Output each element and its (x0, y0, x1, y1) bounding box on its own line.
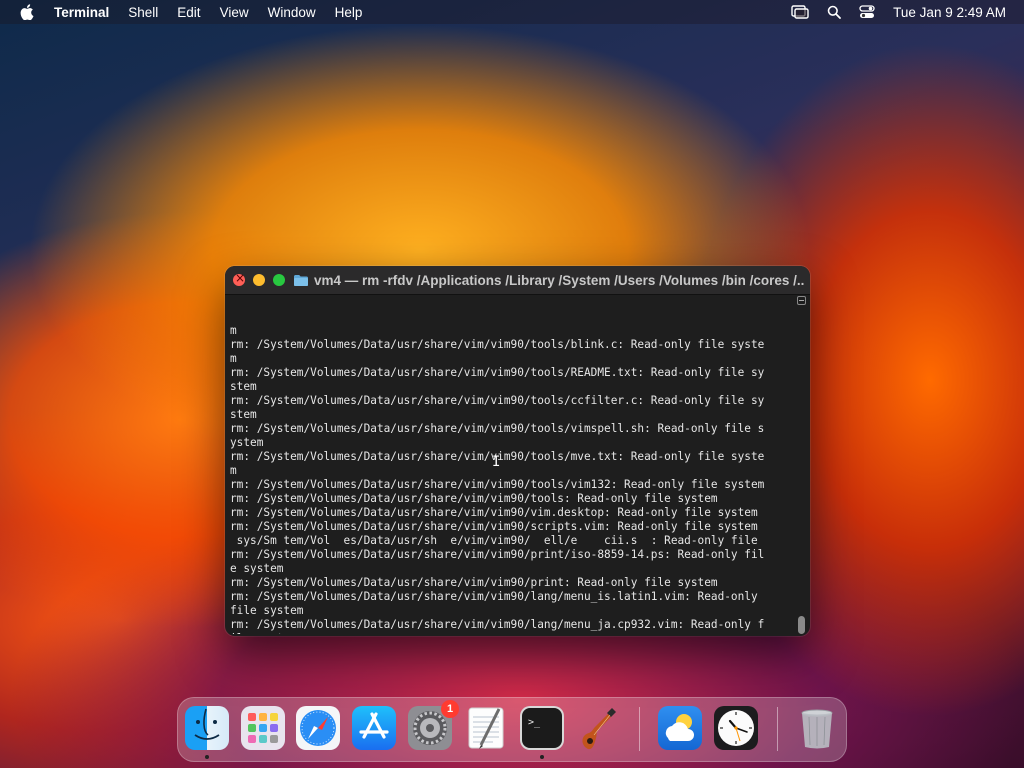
safari-icon (296, 706, 340, 750)
terminal-line: rm: /System/Volumes/Data/usr/share/vim/v… (230, 520, 758, 533)
dock-separator (639, 707, 640, 751)
close-button[interactable] (233, 271, 245, 286)
menu-edit[interactable]: Edit (177, 5, 200, 20)
terminal-line: ystem (230, 436, 264, 449)
scroll-split-icon[interactable] (797, 296, 806, 305)
menu-shell[interactable]: Shell (128, 5, 158, 20)
terminal-line: file system (230, 604, 304, 617)
dock-launchpad[interactable] (240, 705, 286, 751)
terminal-line: m (230, 464, 237, 477)
launchpad-icon (241, 706, 285, 750)
dock-garageband[interactable] (574, 705, 620, 751)
terminal-line: rm: /System/Volumes/Data/usr/share/vim/v… (230, 492, 718, 505)
terminal-window: vm4 — rm -rfdv /Applications /Library /S… (225, 266, 810, 636)
terminal-line: rm: /System/Volumes/Data/usr/share/vim/v… (230, 590, 758, 603)
zoom-button[interactable] (273, 274, 285, 286)
terminal-line: ile system (230, 632, 790, 634)
terminal-line: rm: /System/Volumes/Data/usr/share/vim/v… (230, 576, 718, 589)
garageband-icon (582, 708, 616, 750)
menu-app-name[interactable]: Terminal (54, 5, 109, 20)
menu-view[interactable]: View (220, 5, 249, 20)
control-center-icon[interactable] (859, 5, 875, 19)
terminal-line: rm: /System/Volumes/Data/usr/share/vim/v… (230, 394, 765, 407)
terminal-line: sys/Sm tem/Vol es/Data/usr/sh e/vim/vim9… (230, 534, 758, 547)
dock-clock[interactable] (713, 705, 759, 751)
terminal-line: m (230, 352, 237, 365)
terminal-output[interactable]: m rm: /System/Volumes/Data/usr/share/vim/… (230, 296, 790, 634)
menu-bar-extras: Tue Jan 9 2:49 AM (773, 0, 1006, 24)
dock-system-settings[interactable]: 1 (407, 700, 459, 751)
apple-logo-icon[interactable] (20, 4, 34, 20)
weather-icon (658, 706, 702, 750)
finder-running-indicator (205, 755, 209, 759)
terminal-icon: >_ (520, 706, 564, 750)
dock-terminal[interactable]: >_ (519, 705, 565, 751)
notification-badge: 1 (441, 700, 459, 718)
terminal-line: rm: /System/Volumes/Data/usr/share/vim/v… (230, 422, 765, 435)
svg-text:>_: >_ (528, 717, 541, 728)
scroll-thumb[interactable] (798, 616, 805, 634)
dock-weather[interactable] (657, 705, 703, 751)
textedit-icon (468, 707, 504, 749)
dock-finder[interactable] (184, 705, 230, 751)
dock-separator (777, 707, 778, 751)
menu-bar: Terminal Shell Edit View Window Help Tue… (0, 0, 1024, 24)
spotlight-search-icon[interactable] (827, 5, 842, 19)
dock-trash[interactable] (794, 705, 840, 751)
terminal-line: rm: /System/Volumes/Data/usr/share/vim/v… (230, 618, 765, 631)
terminal-line: e system (230, 562, 284, 575)
finder-icon (185, 706, 229, 750)
terminal-line: rm: /System/Volumes/Data/usr/share/vim/v… (230, 506, 758, 519)
menu-help[interactable]: Help (335, 5, 363, 20)
dock-app-store[interactable] (351, 705, 397, 751)
terminal-line: rm: /System/Volumes/Data/usr/share/vim/v… (230, 366, 765, 379)
terminal-line: stem (230, 408, 257, 421)
terminal-running-indicator (540, 755, 544, 759)
terminal-line: stem (230, 380, 257, 393)
terminal-line: rm: /System/Volumes/Data/usr/share/vim/v… (230, 450, 765, 463)
dock-safari[interactable] (295, 705, 341, 751)
dock: 1 >_ (177, 697, 847, 762)
clock-icon (714, 706, 758, 750)
trash-icon (801, 709, 833, 749)
screen-mirroring-icon[interactable] (791, 5, 809, 19)
terminal-line: rm: /System/Volumes/Data/usr/share/vim/v… (230, 548, 765, 561)
dock-textedit[interactable] (463, 705, 509, 751)
terminal-line: rm: /System/Volumes/Data/usr/share/vim/v… (230, 478, 765, 491)
terminal-titlebar[interactable]: vm4 — rm -rfdv /Applications /Library /S… (225, 266, 810, 295)
minimize-button[interactable] (253, 274, 265, 286)
terminal-scrollbar[interactable] (796, 296, 807, 636)
terminal-line: rm: /System/Volumes/Data/usr/share/vim/v… (230, 338, 765, 351)
menu-bar-clock[interactable]: Tue Jan 9 2:49 AM (893, 5, 1006, 20)
app-store-icon (352, 706, 396, 750)
window-title: vm4 — rm -rfdv /Applications /Library /S… (314, 272, 804, 288)
terminal-line: m (230, 324, 237, 337)
menu-window[interactable]: Window (268, 5, 316, 20)
text-cursor-ibeam-icon: I (492, 454, 501, 470)
folder-icon (294, 274, 308, 286)
